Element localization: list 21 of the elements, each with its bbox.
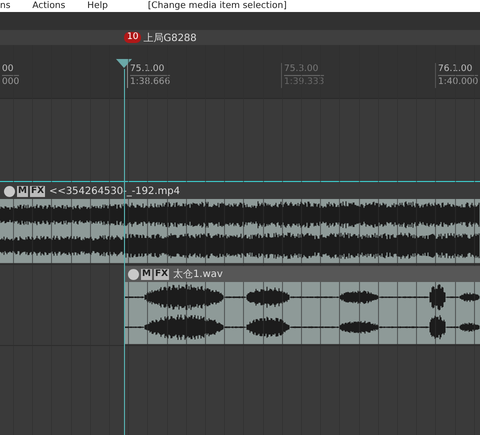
menu-item[interactable]: Help xyxy=(87,0,108,12)
ruler-time: 1:38.666 xyxy=(130,76,170,88)
ruler-time: 1:40.000 xyxy=(438,76,478,88)
item-name: 太仓1.wav xyxy=(173,268,223,281)
ruler-measure: 76.1.00 xyxy=(438,63,478,76)
mute-button[interactable]: M xyxy=(17,186,28,196)
menu-item[interactable]: ns xyxy=(0,0,10,12)
mute-button[interactable]: M xyxy=(141,268,152,280)
ruler-measure: 75.1.00 xyxy=(130,63,170,76)
fx-button[interactable]: FX xyxy=(154,268,170,280)
fx-button[interactable]: FX xyxy=(30,186,46,196)
volume-knob-icon[interactable] xyxy=(128,268,139,280)
menu-item[interactable]: Actions xyxy=(32,0,66,12)
marker-label: 上局G8288 xyxy=(143,32,197,44)
status-text: [Change media item selection] xyxy=(148,0,287,12)
ruler-time: 000 xyxy=(2,76,20,88)
playhead-marker-icon[interactable] xyxy=(116,59,132,68)
marker-number[interactable]: 10 xyxy=(124,32,142,43)
volume-knob-icon[interactable] xyxy=(4,186,15,196)
ruler-measure: 75.3.00 xyxy=(284,63,324,76)
ruler-measure: 00 xyxy=(2,63,20,76)
